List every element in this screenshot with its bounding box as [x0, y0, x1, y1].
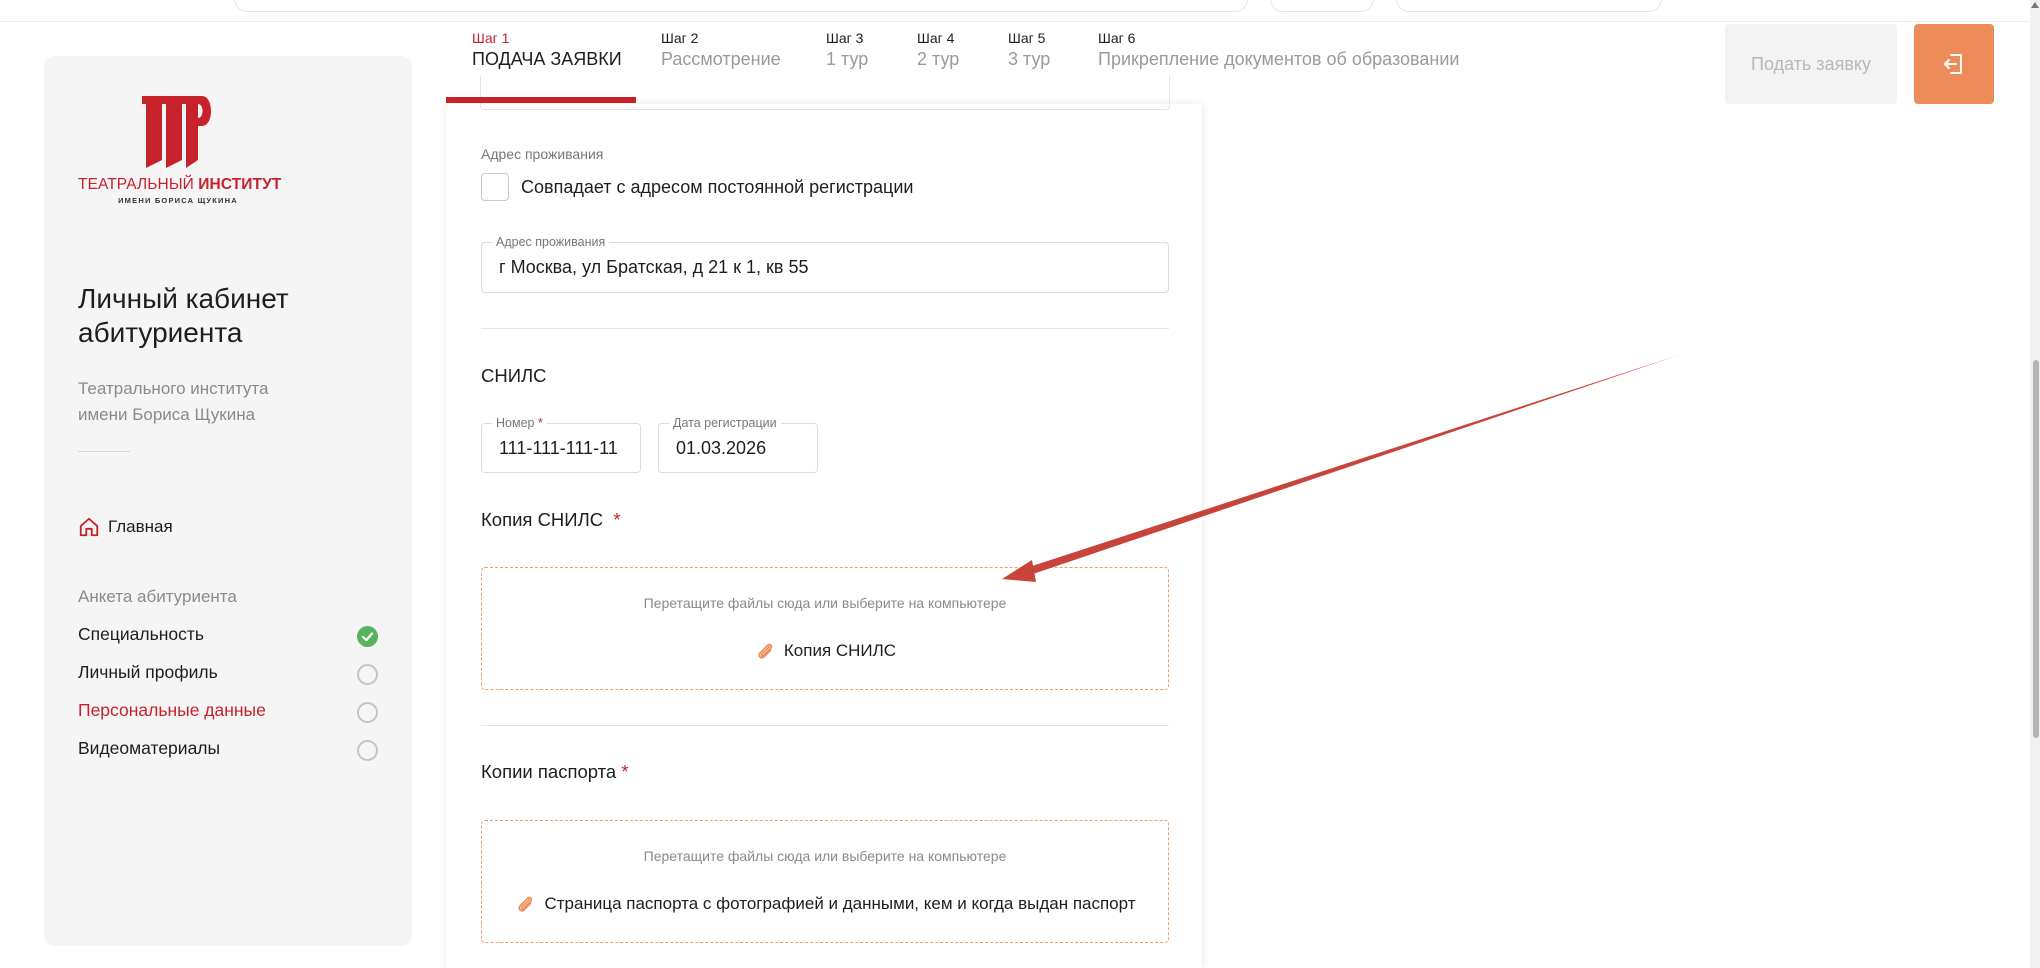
step-name: Рассмотрение	[661, 49, 781, 69]
sidebar-item-label: Личный профиль	[78, 662, 218, 682]
submit-application-button[interactable]: Подать заявку	[1725, 24, 1897, 104]
sidebar: ТЕАТРАЛЬНЫЙ ИНСТИТУТ ИМЕНИ БОРИСА ЩУКИНА…	[44, 56, 412, 946]
sidebar-item-label: Видеоматериалы	[78, 738, 221, 758]
sidebar-divider	[78, 451, 130, 452]
institute-logo[interactable]: ТЕАТРАЛЬНЫЙ ИНСТИТУТ ИМЕНИ БОРИСА ЩУКИНА	[78, 96, 282, 212]
sidebar-item-video[interactable]: Видеоматериалы	[78, 738, 378, 764]
residence-heading: Адрес проживания	[481, 146, 604, 162]
step-number: Шаг 1	[472, 30, 510, 46]
logout-icon	[1944, 54, 1962, 74]
snils-date-value: 01.03.2026	[676, 438, 767, 458]
home-icon	[79, 517, 99, 537]
address-bar-remnant[interactable]	[234, 0, 1248, 12]
snils-file-slot[interactable]: Копия СНИЛС	[482, 640, 1168, 662]
anketa-heading: Анкета абитуриента	[78, 587, 237, 606]
tab-step-2[interactable]: Шаг 2 Рассмотрение	[661, 22, 781, 70]
top-toolbar-strip	[0, 0, 2040, 22]
status-empty-icon	[357, 664, 378, 685]
step-number: Шаг 5	[1008, 30, 1046, 46]
logo-subtext: ИМЕНИ БОРИСА ЩУКИНА	[118, 196, 238, 205]
step-number: Шаг 6	[1098, 30, 1136, 46]
step-number: Шаг 4	[917, 30, 955, 46]
same-address-checkbox-row[interactable]: Совпадает с адресом постоянной регистрац…	[481, 173, 913, 201]
same-address-label: Совпадает с адресом постоянной регистрац…	[521, 176, 914, 197]
file-label: Копия СНИЛС	[783, 641, 897, 660]
step-name: 2 тур	[917, 49, 960, 69]
status-empty-icon	[357, 740, 378, 761]
tab-step-4[interactable]: Шаг 4 2 тур	[917, 22, 959, 70]
snils-copy-title: Копия СНИЛС *	[481, 509, 621, 530]
residence-address-field[interactable]: Адрес проживания г Москва, ул Братская, …	[481, 235, 1169, 293]
sidebar-item-specialty[interactable]: Специальность	[78, 624, 378, 650]
cabinet-subtitle: Театрального института имени Бориса Щуки…	[78, 379, 269, 424]
snils-copy-dropzone[interactable]: Перетащите файлы сюда или выберите на ко…	[481, 567, 1169, 690]
tab-step-6[interactable]: Шаг 6 Прикрепление документов об образов…	[1098, 22, 1459, 70]
previous-field-bottom[interactable]	[480, 76, 1170, 110]
snils-number-field[interactable]: Номер * 111-111-111-11	[481, 416, 641, 473]
passport-copy-dropzone[interactable]: Перетащите файлы сюда или выберите на ко…	[481, 820, 1169, 943]
sidebar-item-home[interactable]: Главная	[78, 516, 173, 538]
passport-copy-title: Копии паспорта *	[481, 761, 629, 782]
field-legend: Номер *	[492, 416, 547, 430]
snils-heading: СНИЛС	[481, 365, 547, 386]
tab-step-1[interactable]: Шаг 1 ПОДАЧА ЗАЯВКИ	[472, 22, 622, 70]
tab-step-3[interactable]: Шаг 3 1 тур	[826, 22, 868, 70]
step-name: ПОДАЧА ЗАЯВКИ	[472, 49, 622, 69]
same-address-checkbox[interactable]	[481, 173, 509, 201]
file-label: Страница паспорта с фотографией и данным…	[544, 894, 1136, 913]
sidebar-item-label: Главная	[108, 517, 173, 536]
cabinet-title: Личный кабинет абитуриента	[78, 283, 289, 348]
paperclip-icon	[518, 896, 533, 912]
tab-step-5[interactable]: Шаг 5 3 тур	[1008, 22, 1050, 70]
sidebar-item-label: Специальность	[78, 624, 204, 644]
institute-logo-mark-icon	[142, 96, 211, 168]
snils-number-value: 111-111-111-11	[499, 438, 618, 458]
status-empty-icon	[357, 702, 378, 723]
active-step-underline	[446, 97, 636, 103]
paperclip-icon	[758, 643, 773, 659]
dropzone-hint: Перетащите файлы сюда или выберите на ко…	[643, 848, 1007, 864]
step-name: 1 тур	[826, 49, 869, 69]
passport-file-slot[interactable]: Страница паспорта с фотографией и данным…	[482, 893, 1168, 915]
section-divider	[481, 725, 1169, 726]
field-legend: Адрес проживания	[492, 235, 610, 249]
page: ТЕАТРАЛЬНЫЙ ИНСТИТУТ ИМЕНИ БОРИСА ЩУКИНА…	[0, 0, 2040, 968]
step-number: Шаг 3	[826, 30, 864, 46]
toolbar-pill-remnant[interactable]	[1270, 0, 1374, 12]
step-name: Прикрепление документов об образовании	[1098, 49, 1460, 69]
toolbar-pill-remnant[interactable]	[1396, 0, 1662, 12]
field-legend: Дата регистрации	[669, 416, 781, 430]
residence-address-value: г Москва, ул Братская, д 21 к 1, кв 55	[499, 257, 809, 277]
section-divider	[481, 328, 1169, 329]
scroll-up-arrow-icon[interactable]	[2031, 2, 2039, 8]
sidebar-item-label: Персональные данные	[78, 700, 266, 720]
sidebar-item-profile[interactable]: Личный профиль	[78, 662, 378, 688]
step-name: 3 тур	[1008, 49, 1051, 69]
step-number: Шаг 2	[661, 30, 699, 46]
snils-date-field[interactable]: Дата регистрации 01.03.2026	[658, 416, 818, 473]
dropzone-hint: Перетащите файлы сюда или выберите на ко…	[643, 595, 1007, 611]
logo-text: ТЕАТРАЛЬНЫЙ ИНСТИТУТ	[78, 176, 282, 193]
scrollbar-thumb[interactable]	[2033, 360, 2039, 738]
sidebar-item-personal-data[interactable]: Персональные данные	[78, 700, 378, 726]
check-done-icon	[357, 626, 378, 647]
logout-button[interactable]	[1914, 24, 1994, 104]
